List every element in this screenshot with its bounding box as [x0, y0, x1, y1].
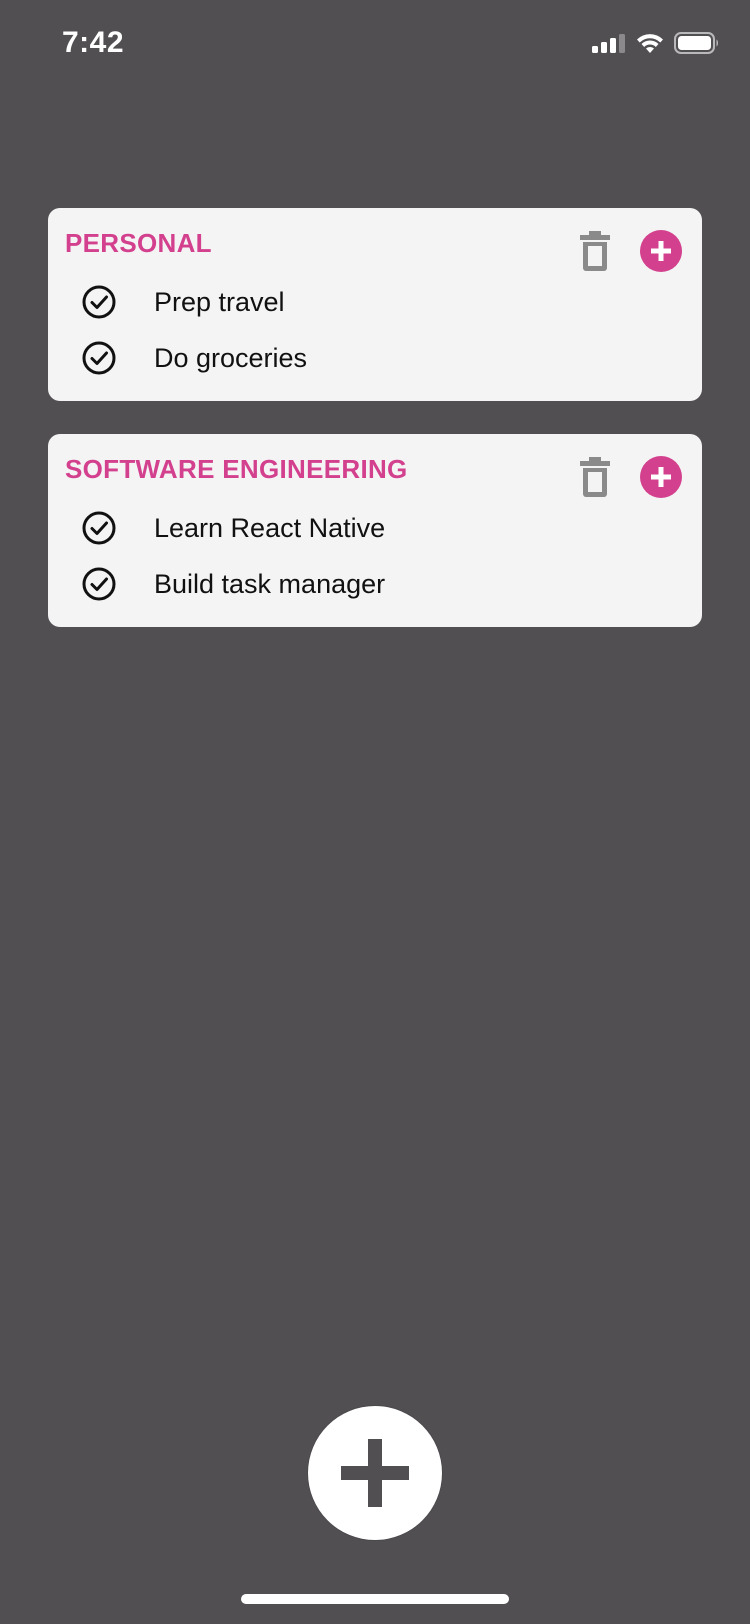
task-label: Build task manager [154, 568, 386, 599]
category-title: SOFTWARE ENGINEERING [65, 454, 408, 484]
trash-icon [580, 457, 610, 497]
category-title: PERSONAL [65, 228, 212, 258]
plus-icon [341, 1439, 409, 1507]
home-indicator[interactable] [241, 1594, 509, 1604]
add-task-button[interactable] [640, 456, 682, 498]
task-item[interactable]: Learn React Native [81, 508, 385, 548]
delete-category-button[interactable] [578, 456, 612, 498]
check-circle-icon[interactable] [81, 284, 117, 320]
wifi-icon [637, 34, 663, 53]
task-item[interactable]: Prep travel [81, 282, 285, 322]
task-label: Do groceries [154, 342, 308, 373]
status-time: 7:42 [62, 26, 125, 59]
plus-icon [651, 467, 671, 487]
cellular-signal-icon [592, 34, 625, 53]
task-item[interactable]: Do groceries [81, 338, 307, 378]
check-circle-icon[interactable] [81, 566, 117, 602]
add-category-button[interactable] [308, 1406, 442, 1540]
task-label: Prep travel [154, 286, 285, 317]
check-circle-icon[interactable] [81, 340, 117, 376]
status-icons [592, 32, 720, 54]
battery-icon [674, 32, 718, 54]
category-card-personal: PERSONAL Prep travel Do groceries [48, 208, 702, 401]
task-item[interactable]: Build task manager [81, 564, 385, 604]
trash-icon [580, 231, 610, 271]
add-task-button[interactable] [640, 230, 682, 272]
category-card-software-engineering: SOFTWARE ENGINEERING Learn React Native … [48, 434, 702, 627]
task-label: Learn React Native [154, 512, 386, 543]
status-bar: 7:42 [0, 0, 750, 90]
plus-icon [651, 241, 671, 261]
delete-category-button[interactable] [578, 230, 612, 272]
check-circle-icon[interactable] [81, 510, 117, 546]
